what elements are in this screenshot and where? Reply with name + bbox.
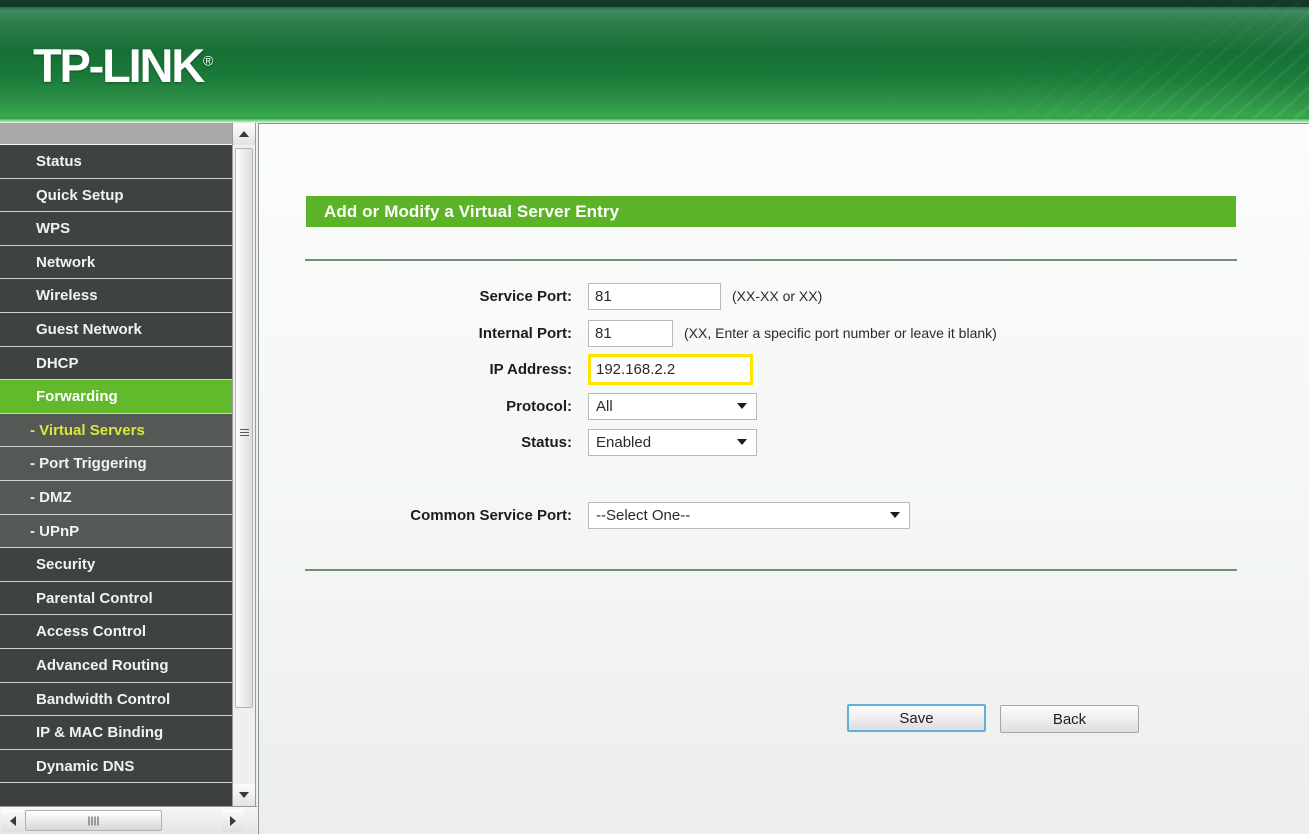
chevron-down-icon	[239, 792, 249, 798]
chevron-up-icon	[239, 131, 249, 137]
sidebar-item-forwarding[interactable]: Forwarding	[0, 380, 232, 414]
scroll-left-button[interactable]	[2, 809, 24, 832]
vertical-scrollbar-thumb[interactable]	[235, 148, 253, 708]
protocol-selected-value: All	[596, 397, 613, 415]
sidebar-item-parental-control[interactable]: Parental Control	[0, 581, 232, 616]
sidebar-item-access-control[interactable]: Access Control	[0, 615, 232, 649]
main-content: Add or Modify a Virtual Server Entry Ser…	[258, 123, 1309, 834]
sidebar-item-dmz[interactable]: - DMZ	[0, 480, 232, 515]
scroll-up-button[interactable]	[233, 123, 255, 145]
service-port-label: Service Port:	[479, 287, 572, 305]
sidebar-item-network[interactable]: Network	[0, 245, 232, 280]
tplink-logo: TP-LINK®	[33, 42, 213, 89]
service-port-hint: (XX-XX or XX)	[732, 288, 823, 304]
chevron-down-icon	[890, 512, 900, 518]
form-row-service-port: Service Port: (XX-XX or XX)	[305, 281, 822, 311]
sidebar-item-wps[interactable]: WPS	[0, 212, 232, 246]
chevron-right-icon	[230, 815, 236, 826]
service-port-input[interactable]	[588, 282, 721, 310]
sidebar-item-wireless[interactable]: Wireless	[0, 279, 232, 313]
router-admin-page: TP-LINK® Status Quick Setup WPS Network Wire…	[0, 0, 1309, 834]
internal-port-hint: (XX, Enter a specific port number or lea…	[684, 325, 997, 341]
protocol-select[interactable]: All	[588, 392, 757, 420]
status-selected-value: Enabled	[596, 433, 652, 451]
common-service-port-selected-value: --Select One--	[596, 506, 691, 524]
scroll-right-button[interactable]	[222, 809, 244, 832]
sidebar-menu-list: Status Quick Setup WPS Network Wireless Guest…	[0, 145, 232, 784]
ip-address-input[interactable]	[588, 353, 753, 385]
form-row-protocol: Protocol: All	[305, 391, 757, 421]
divider-bottom	[305, 569, 1237, 571]
header-diagonal-stripes	[979, 0, 1309, 123]
sidebar-item-security[interactable]: Security	[0, 548, 232, 582]
sidebar-item-virtual-servers[interactable]: - Virtual Servers	[0, 413, 232, 448]
page-header: TP-LINK®	[0, 0, 1309, 123]
sidebar-vertical-scrollbar[interactable]	[232, 123, 256, 806]
sidebar-top-strip	[0, 123, 232, 145]
form-row-internal-port: Internal Port: (XX, Enter a specific por…	[305, 318, 997, 348]
sidebar-item-advanced-routing[interactable]: Advanced Routing	[0, 648, 232, 683]
common-service-port-label: Common Service Port:	[410, 506, 572, 524]
sidebar-item-guest-network[interactable]: Guest Network	[0, 312, 232, 347]
save-button[interactable]: Save	[847, 704, 986, 732]
protocol-label: Protocol:	[506, 397, 572, 415]
status-label: Status:	[521, 433, 572, 451]
sidebar-item-upnp[interactable]: - UPnP	[0, 514, 232, 549]
scrollbar-grip-icon	[88, 816, 99, 825]
form-row-ip-address: IP Address:	[305, 353, 753, 385]
sidebar-horizontal-scrollbar[interactable]	[0, 806, 257, 834]
chevron-down-icon	[737, 403, 747, 409]
back-button[interactable]: Back	[1000, 705, 1139, 733]
chevron-down-icon	[737, 439, 747, 445]
common-service-port-select[interactable]: --Select One--	[588, 501, 910, 529]
internal-port-label: Internal Port:	[478, 324, 572, 342]
horizontal-scrollbar-thumb[interactable]	[25, 810, 162, 831]
sidebar-item-quick-setup[interactable]: Quick Setup	[0, 178, 232, 213]
scroll-down-button[interactable]	[233, 784, 255, 806]
internal-port-input[interactable]	[588, 319, 673, 347]
registered-trademark-icon: ®	[202, 52, 214, 69]
chevron-left-icon	[10, 815, 16, 826]
sidebar-item-ip-and-mac-binding[interactable]: IP & MAC Binding	[0, 716, 232, 750]
panel-title: Add or Modify a Virtual Server Entry	[306, 196, 1236, 227]
brand-text: TP-LINK	[33, 39, 205, 92]
sidebar-item-status[interactable]: Status	[0, 145, 232, 179]
sidebar-item-dhcp[interactable]: DHCP	[0, 346, 232, 381]
form-row-status: Status: Enabled	[305, 427, 757, 457]
header-top-line	[0, 0, 1309, 7]
divider-top	[305, 259, 1237, 261]
status-select[interactable]: Enabled	[588, 428, 757, 456]
form-row-common-service-port: Common Service Port: --Select One--	[305, 500, 910, 530]
sidebar-nav: Status Quick Setup WPS Network Wireless Guest…	[0, 123, 232, 806]
sidebar-item-dynamic-dns[interactable]: Dynamic DNS	[0, 749, 232, 784]
sidebar-item-bandwidth-control[interactable]: Bandwidth Control	[0, 682, 232, 717]
scrollbar-grip-icon	[240, 429, 249, 438]
ip-address-label: IP Address:	[489, 360, 572, 378]
sidebar-item-port-triggering[interactable]: - Port Triggering	[0, 447, 232, 481]
